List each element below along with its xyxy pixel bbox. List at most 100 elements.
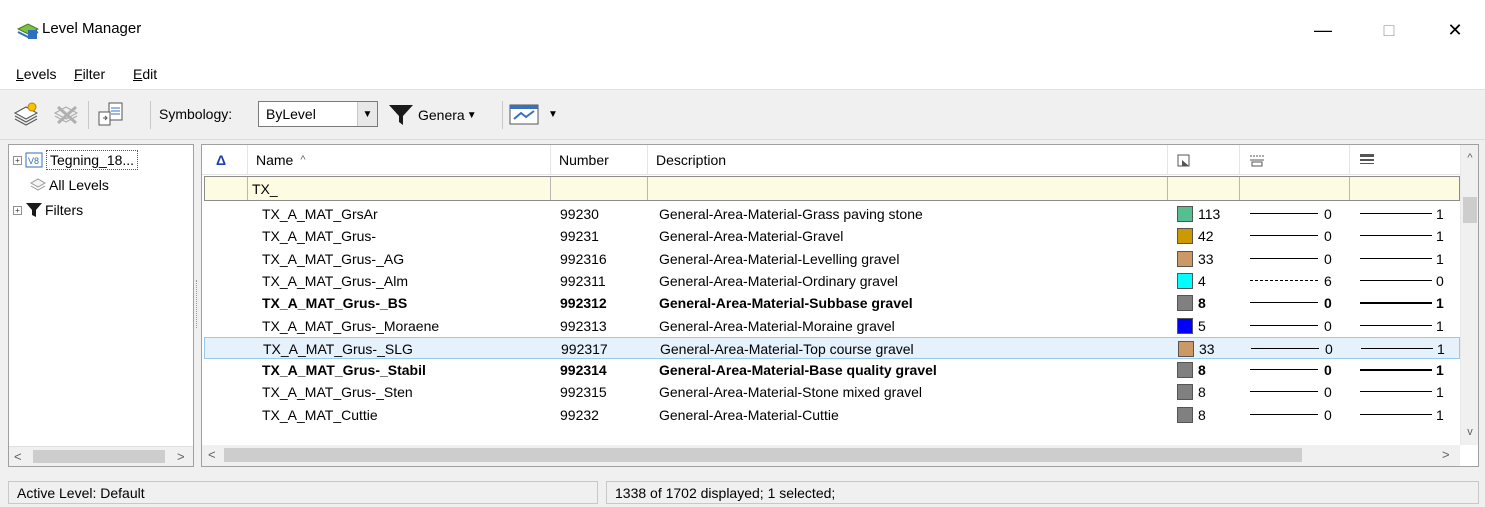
name-filter-cell[interactable]	[248, 177, 572, 200]
line-weight-preview[interactable]	[1360, 279, 1432, 281]
level-description-cell: General-Area-Material-Cuttie	[659, 406, 839, 423]
line-weight-preview[interactable]	[1360, 257, 1432, 259]
filter-dropdown-button[interactable]: Genera ▼	[386, 101, 477, 129]
line-style-preview[interactable]	[1250, 413, 1318, 415]
expand-icon[interactable]: +	[13, 155, 22, 165]
column-header-color[interactable]	[1168, 145, 1240, 175]
column-header-delta[interactable]: Δ	[202, 145, 248, 175]
tree-item-file[interactable]: + V8 Tegning_18...	[13, 149, 139, 171]
level-number-cell: 992313	[560, 317, 607, 334]
color-swatch[interactable]	[1177, 272, 1193, 289]
color-swatch[interactable]	[1177, 295, 1193, 312]
table-row[interactable]: TX_A_MAT_Grus-_BS 992312 General-Area-Mate…	[204, 292, 1460, 314]
level-description-cell: General-Area-Material-Moraine gravel	[659, 317, 895, 334]
scroll-right-icon[interactable]: >	[177, 449, 185, 464]
table-row[interactable]: TX_A_MAT_Grus-_Moraene 992313 General-Area…	[204, 315, 1460, 337]
line-weight-preview[interactable]	[1360, 302, 1432, 305]
minimize-button[interactable]: —	[1300, 12, 1346, 48]
line-style-index-cell: 0	[1325, 340, 1333, 357]
column-header-description[interactable]: Description	[648, 145, 1168, 175]
color-swatch[interactable]	[1177, 228, 1193, 245]
new-level-icon[interactable]	[10, 99, 44, 129]
level-description-cell: General-Area-Material-Levelling gravel	[659, 250, 900, 267]
table-row[interactable]: TX_A_MAT_GrsAr 99230 General-Area-Material…	[204, 203, 1460, 225]
scroll-left-icon[interactable]: <	[14, 449, 22, 464]
color-swatch[interactable]	[1177, 206, 1193, 222]
line-weight-column-icon	[1360, 154, 1374, 164]
number-filter-cell[interactable]	[551, 177, 648, 200]
line-style-preview[interactable]	[1250, 235, 1318, 237]
color-swatch[interactable]	[1177, 384, 1193, 401]
level-name-cell: TX_A_MAT_Grus-_BS	[262, 295, 408, 312]
close-button[interactable]: ✕	[1432, 12, 1478, 48]
scrollbar-thumb[interactable]	[1463, 197, 1477, 223]
line-style-preview[interactable]	[1250, 369, 1318, 371]
name-filter-input[interactable]	[252, 179, 572, 199]
color-swatch[interactable]	[1178, 340, 1194, 357]
grid-horizontal-scrollbar[interactable]: < >	[202, 445, 1460, 466]
scrollbar-thumb[interactable]	[33, 450, 165, 463]
line-weight-preview[interactable]	[1360, 369, 1432, 372]
line-style-preview[interactable]	[1250, 213, 1318, 214]
scroll-down-icon[interactable]: v	[1461, 423, 1478, 441]
menu-levels[interactable]: Levels	[16, 66, 56, 82]
color-swatch[interactable]	[1177, 406, 1193, 423]
table-row[interactable]: TX_A_MAT_Grus-_SLG 992317 General-Area-Mat…	[204, 336, 1460, 359]
scroll-left-icon[interactable]: <	[208, 447, 216, 462]
expand-icon[interactable]: +	[13, 205, 22, 215]
menu-edit[interactable]: Edit	[133, 66, 157, 82]
tree-horizontal-scrollbar[interactable]: < >	[9, 446, 193, 466]
line-style-preview[interactable]	[1251, 347, 1319, 349]
line-style-preview[interactable]	[1250, 257, 1318, 259]
column-header-number[interactable]: Number	[551, 145, 648, 175]
color-swatch[interactable]	[1177, 317, 1193, 334]
style-filter-cell[interactable]	[1240, 177, 1350, 200]
active-level-status: Active Level: Default	[8, 481, 598, 504]
color-swatch[interactable]	[1177, 362, 1193, 379]
maximize-button[interactable]: □	[1366, 12, 1412, 48]
tree-item-all-levels[interactable]: All Levels	[29, 174, 109, 196]
table-row[interactable]: TX_A_MAT_Grus-_Stabil 992314 General-Area-…	[204, 359, 1460, 381]
level-description-cell: General-Area-Material-Top course gravel	[660, 340, 914, 357]
color-swatch[interactable]	[1177, 250, 1193, 267]
menu-filter[interactable]: Filter	[74, 66, 105, 82]
column-header-line-weight[interactable]	[1350, 145, 1460, 175]
tree-item-filters[interactable]: + Filters	[13, 199, 83, 221]
import-export-icon[interactable]	[94, 99, 128, 129]
pane-splitter[interactable]	[196, 280, 199, 328]
chevron-down-icon[interactable]: ▼	[546, 99, 560, 129]
line-style-preview[interactable]	[1250, 279, 1318, 281]
line-style-preview[interactable]	[1250, 391, 1318, 393]
chevron-down-icon[interactable]: ▼	[357, 102, 377, 126]
line-style-index-cell: 0	[1324, 228, 1332, 245]
scroll-right-icon[interactable]: >	[1442, 447, 1450, 462]
table-row[interactable]: TX_A_MAT_Grus-_Alm 992311 General-Area-Mat…	[204, 270, 1460, 292]
column-header-name[interactable]: Name ^	[248, 145, 551, 175]
table-row[interactable]: TX_A_MAT_Grus-_Sten 992315 General-Area-Ma…	[204, 381, 1460, 403]
color-filter-cell[interactable]	[1168, 177, 1240, 200]
color-index-cell: 8	[1198, 362, 1206, 379]
description-filter-cell[interactable]	[648, 177, 1168, 200]
scroll-up-icon[interactable]: ^	[1461, 149, 1478, 167]
level-description-cell: General-Area-Material-Base quality grave…	[659, 362, 937, 379]
line-weight-preview[interactable]	[1360, 235, 1432, 237]
line-weight-preview[interactable]	[1361, 347, 1433, 349]
line-weight-preview[interactable]	[1360, 391, 1432, 393]
delete-level-icon[interactable]	[50, 99, 84, 129]
line-weight-preview[interactable]	[1360, 324, 1432, 326]
line-style-preview[interactable]	[1250, 302, 1318, 304]
line-style-index-cell: 0	[1324, 295, 1332, 312]
symbology-select[interactable]: ByLevel ▼	[258, 101, 378, 127]
scrollbar-thumb[interactable]	[224, 448, 1302, 462]
column-header-name-label: Name	[256, 152, 294, 168]
level-display-icon[interactable]	[506, 99, 542, 129]
line-weight-preview[interactable]	[1360, 213, 1432, 214]
table-row[interactable]: TX_A_MAT_Grus- 99231 General-Area-Material…	[204, 225, 1460, 247]
table-row[interactable]: TX_A_MAT_Grus-_AG 992316 General-Area-Mate…	[204, 248, 1460, 270]
line-style-preview[interactable]	[1250, 324, 1318, 326]
line-weight-preview[interactable]	[1360, 413, 1432, 415]
grid-header: Δ Name ^ Number Description	[202, 145, 1460, 175]
table-row[interactable]: TX_A_MAT_Cuttie 99232 General-Area-Materia…	[204, 404, 1460, 426]
grid-vertical-scrollbar[interactable]: ^ v	[1460, 145, 1478, 445]
column-header-line-style[interactable]	[1240, 145, 1350, 175]
